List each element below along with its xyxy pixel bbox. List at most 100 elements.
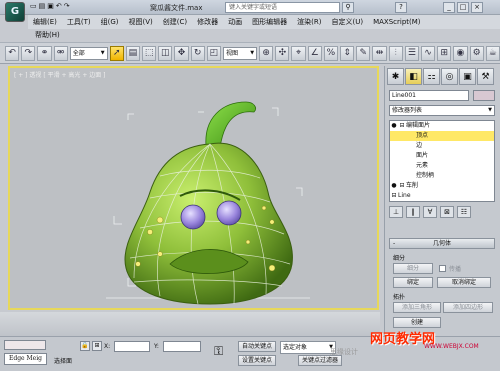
- search-input[interactable]: 键入关键字或短语: [225, 2, 340, 13]
- close-button[interactable]: ×: [471, 2, 483, 13]
- collapse-icon[interactable]: ⊟: [398, 181, 406, 191]
- pivot-icon[interactable]: ⊕: [259, 45, 274, 61]
- stack-item-handle[interactable]: 控制柄: [390, 171, 494, 181]
- stack-item-edit-patch[interactable]: ● ⊟编辑面片: [390, 121, 494, 131]
- layer-icon[interactable]: ☰: [404, 45, 419, 61]
- stack-item-lathe[interactable]: ● ⊟车削: [390, 181, 494, 191]
- propagate-checkbox[interactable]: [439, 265, 446, 272]
- stack-item-line[interactable]: ⊟Line: [390, 191, 494, 201]
- menu-views[interactable]: 视图(V): [124, 17, 158, 27]
- bind-button[interactable]: 绑定: [393, 277, 433, 288]
- menu-graph-editors[interactable]: 图形编辑器: [247, 17, 292, 27]
- remove-modifier-icon[interactable]: ⊠: [440, 206, 454, 218]
- stack-item-edge[interactable]: 边: [390, 141, 494, 151]
- percent-snap-icon[interactable]: %: [323, 45, 339, 61]
- menu-rendering[interactable]: 渲染(R): [292, 17, 326, 27]
- stack-item-patch[interactable]: 面片: [390, 151, 494, 161]
- mirror-icon[interactable]: ⇹: [372, 45, 387, 61]
- create-patch-button[interactable]: 创建: [393, 317, 441, 328]
- new-file-icon[interactable]: ▭: [30, 2, 37, 13]
- utilities-tab-icon[interactable]: ⚒: [477, 68, 494, 85]
- lightbulb-icon[interactable]: ●: [390, 181, 398, 191]
- snap-3d-icon[interactable]: ⌖: [291, 45, 306, 61]
- material-editor-icon[interactable]: ◉: [453, 45, 468, 61]
- undo-icon[interactable]: ↶: [5, 45, 20, 61]
- unbind-button[interactable]: 取消绑定: [437, 277, 491, 288]
- curve-editor-icon[interactable]: ∿: [420, 45, 436, 61]
- select-icon[interactable]: ➚: [109, 45, 124, 61]
- scene-canvas[interactable]: [10, 68, 377, 308]
- move-icon[interactable]: ✥: [174, 45, 189, 61]
- key-icon[interactable]: ⚿: [214, 344, 223, 359]
- menu-create[interactable]: 创建(C): [158, 17, 192, 27]
- auto-key-button[interactable]: 自动关键点: [238, 341, 277, 352]
- menu-customize[interactable]: 自定义(U): [326, 17, 368, 27]
- redo-icon[interactable]: ↷: [21, 45, 36, 61]
- pin-stack-icon[interactable]: ⊥: [389, 206, 403, 218]
- menu-edit[interactable]: 编辑(E): [28, 17, 62, 27]
- lightbulb-icon[interactable]: ●: [390, 121, 398, 131]
- angle-snap-icon[interactable]: ∠: [307, 45, 322, 61]
- perspective-viewport[interactable]: [ + ] 透视 [ 平滑 + 高光 + 边面 ]: [8, 66, 379, 310]
- maxscript-listener-field[interactable]: [4, 340, 46, 350]
- selection-filter-dropdown[interactable]: 全部 ▼: [69, 46, 108, 60]
- y-coord-field[interactable]: [163, 341, 201, 352]
- show-end-result-icon[interactable]: ‖: [406, 206, 420, 218]
- stack-item-vertex[interactable]: 顶点: [390, 131, 494, 141]
- menu-group[interactable]: 组(G): [96, 17, 124, 27]
- subdivide-button[interactable]: 细分: [393, 263, 433, 274]
- display-tab-icon[interactable]: ▣: [459, 68, 476, 85]
- maximize-button[interactable]: □: [457, 2, 469, 13]
- render-setup-icon[interactable]: ⚙: [469, 45, 484, 61]
- collapse-icon[interactable]: ⊟: [398, 121, 406, 131]
- x-coord-field[interactable]: [114, 341, 150, 352]
- hierarchy-tab-icon[interactable]: ⚏: [423, 68, 440, 85]
- menu-help[interactable]: 帮助(H): [28, 29, 60, 41]
- selected-object-dropdown[interactable]: 选定对象 ▼: [280, 341, 336, 354]
- viewport-label[interactable]: [ + ] 透视 [ 平滑 + 高光 + 边面 ]: [14, 70, 106, 79]
- add-quad-button[interactable]: 添加四边形: [443, 302, 493, 313]
- geometry-rollout-header[interactable]: - 几何体: [389, 238, 495, 249]
- schematic-icon[interactable]: ⊞: [437, 45, 452, 61]
- object-name-field[interactable]: Line001: [389, 90, 469, 101]
- add-triangle-button[interactable]: 添加三角形: [393, 302, 441, 313]
- menu-animation[interactable]: 动画: [223, 17, 247, 27]
- make-unique-icon[interactable]: ∀: [423, 206, 437, 218]
- app-logo-button[interactable]: G: [5, 2, 25, 22]
- menu-modifiers[interactable]: 修改器: [192, 17, 223, 27]
- rotate-icon[interactable]: ↻: [190, 45, 205, 61]
- unlink-icon[interactable]: ⚮: [53, 45, 68, 61]
- configure-sets-icon[interactable]: ☷: [457, 206, 471, 218]
- object-color-swatch[interactable]: [473, 90, 495, 101]
- stack-item-element[interactable]: 元素: [390, 161, 494, 171]
- region-select-icon[interactable]: ⬚: [142, 45, 157, 61]
- open-file-icon[interactable]: ▤: [39, 2, 46, 13]
- named-selection-icon[interactable]: ✎: [356, 45, 371, 61]
- create-tab-icon[interactable]: ✱: [387, 68, 404, 85]
- set-key-button[interactable]: 设置关键点: [238, 355, 277, 366]
- modifier-list-dropdown[interactable]: 修改器列表 ▼: [389, 105, 495, 116]
- absolute-mode-icon[interactable]: ⊞: [92, 341, 102, 351]
- modify-tab-icon[interactable]: ◧: [405, 68, 422, 85]
- menu-tools[interactable]: 工具(T): [62, 17, 96, 27]
- link-icon[interactable]: ⚭: [37, 45, 52, 61]
- lock-selection-icon[interactable]: 🔒: [80, 341, 90, 351]
- stack-item-sub[interactable]: ···: [390, 201, 494, 202]
- motion-tab-icon[interactable]: ◎: [441, 68, 458, 85]
- time-slider-area[interactable]: [0, 312, 380, 336]
- collapse-icon[interactable]: ⊟: [390, 191, 398, 201]
- window-crossing-icon[interactable]: ◫: [158, 45, 173, 61]
- minimize-button[interactable]: _: [443, 2, 455, 13]
- binoculars-icon[interactable]: ⚲: [342, 2, 354, 13]
- save-file-icon[interactable]: ▣: [47, 2, 54, 13]
- help-button[interactable]: ?: [395, 2, 407, 13]
- render-icon[interactable]: ☕: [485, 45, 500, 61]
- reference-coord-dropdown[interactable]: 视图 ▼: [222, 46, 258, 60]
- spinner-snap-icon[interactable]: ⇕: [340, 45, 355, 61]
- select-manipulate-icon[interactable]: ✣: [275, 45, 290, 61]
- align-icon[interactable]: ⫶: [388, 45, 403, 61]
- redo-quick-icon[interactable]: ↷: [64, 2, 70, 13]
- menu-maxscript[interactable]: MAXScript(M): [368, 18, 425, 26]
- maxscript-mini-listener[interactable]: Edge Meig: [4, 353, 47, 365]
- undo-quick-icon[interactable]: ↶: [56, 2, 62, 13]
